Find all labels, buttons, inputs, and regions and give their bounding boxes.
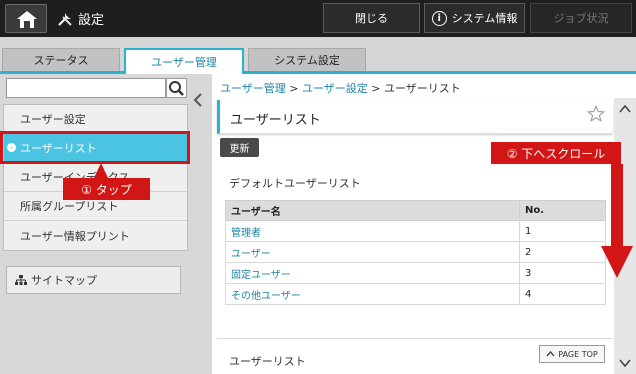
sidebar: ユーザー設定 › ユーザーリスト ユーザーインデックス 所属グループリスト ユー…: [0, 74, 212, 374]
sidebar-item-label: 所属グループリスト: [20, 200, 119, 213]
table-row[interactable]: その他ユーザー 4: [225, 283, 606, 305]
tab-system-settings[interactable]: システム設定: [248, 48, 366, 71]
sitemap-label: サイトマップ: [31, 274, 97, 287]
close-button-label: 閉じる: [355, 12, 388, 25]
breadcrumb-separator: >: [371, 82, 381, 95]
refresh-label: 更新: [229, 144, 250, 155]
home-button[interactable]: [5, 4, 47, 33]
page-header: ユーザーリスト: [217, 100, 613, 134]
scroll-up-button[interactable]: [614, 98, 636, 120]
favorite-star-icon[interactable]: [587, 105, 605, 123]
chevron-up-icon: [619, 104, 631, 113]
sidebar-item-user-settings[interactable]: ユーザー設定: [4, 105, 187, 134]
scroll-down-button[interactable]: [614, 352, 636, 374]
breadcrumb-user-settings[interactable]: ユーザー設定: [302, 82, 368, 95]
page-top-label: PAGE TOP: [558, 349, 598, 359]
tools-icon: [58, 12, 72, 26]
sidebar-item-user-info-print[interactable]: ユーザー情報プリント: [4, 221, 187, 250]
user-list-heading: ユーザーリスト: [229, 355, 306, 368]
chevron-left-icon: [193, 93, 202, 107]
close-button[interactable]: 閉じる: [323, 3, 420, 33]
user-name-link[interactable]: ユーザー: [225, 241, 520, 263]
tab-status-label: ステータス: [33, 54, 89, 67]
search-input[interactable]: [6, 78, 166, 98]
table-row[interactable]: 固定ユーザー 3: [225, 262, 606, 284]
user-number: 4: [519, 283, 606, 305]
system-info-button[interactable]: i システム情報: [424, 3, 525, 33]
tab-status[interactable]: ステータス: [2, 48, 120, 71]
tab-user-management[interactable]: ユーザー管理: [124, 48, 244, 74]
refresh-button[interactable]: 更新: [220, 138, 259, 157]
user-number: 2: [519, 241, 606, 263]
chevron-down-icon: [619, 359, 631, 368]
job-status-label: ジョブ状況: [553, 12, 609, 25]
sidebar-item-label: ユーザー情報プリント: [20, 229, 130, 243]
system-info-label: システム情報: [451, 12, 518, 25]
info-icon: i: [431, 10, 447, 26]
user-number: 3: [519, 262, 606, 284]
sidebar-item-label: ユーザー設定: [20, 113, 86, 126]
page-title: ユーザーリスト: [230, 113, 321, 128]
tap-callout: ① タップ: [63, 178, 150, 200]
user-name-link[interactable]: その他ユーザー: [225, 283, 520, 305]
table-row[interactable]: ユーザー 2: [225, 241, 606, 263]
job-status-button[interactable]: ジョブ状況: [530, 3, 632, 33]
sitemap-icon: [15, 274, 27, 285]
column-header-no: No.: [519, 200, 606, 221]
chevron-up-icon: [546, 351, 555, 357]
tap-callout-pointer: [94, 163, 108, 178]
search-icon: [169, 81, 184, 96]
column-header-user-name: ユーザー名: [225, 200, 520, 221]
section-divider: [217, 338, 613, 339]
breadcrumb-separator: >: [289, 82, 299, 95]
scroll-down-arrow-icon: [601, 164, 633, 278]
tab-bar: ステータス ユーザー管理 システム設定: [0, 37, 636, 74]
default-user-list-heading: デフォルトユーザーリスト: [229, 177, 361, 190]
collapse-sidebar-button[interactable]: [190, 92, 206, 116]
breadcrumb-user-management[interactable]: ユーザー管理: [220, 82, 286, 95]
sitemap-button[interactable]: サイトマップ: [6, 266, 181, 294]
breadcrumb-current: ユーザーリスト: [384, 82, 461, 95]
page-top-button[interactable]: PAGE TOP: [539, 345, 605, 363]
breadcrumb: ユーザー管理 > ユーザー設定 > ユーザーリスト: [220, 80, 461, 96]
tab-system-settings-label: システム設定: [274, 54, 340, 67]
tab-user-management-label: ユーザー管理: [151, 56, 217, 69]
main-content: ユーザーリスト 更新 デフォルトユーザーリスト ユーザー名 No. 管理者 1 …: [217, 98, 613, 374]
scroll-callout: ② 下へスクロール: [491, 142, 621, 164]
top-bar: 設定 閉じる i システム情報 ジョブ状況: [0, 0, 636, 37]
settings-title-text: 設定: [78, 13, 105, 28]
table-row[interactable]: 管理者 1: [225, 220, 606, 242]
user-number: 1: [519, 220, 606, 242]
settings-title: 設定: [57, 9, 104, 28]
user-name-link[interactable]: 固定ユーザー: [225, 262, 520, 284]
search-button[interactable]: [166, 78, 187, 98]
user-name-link[interactable]: 管理者: [225, 220, 520, 242]
default-user-table: ユーザー名 No. 管理者 1 ユーザー 2 固定ユーザー 3 その他ユーザー …: [225, 200, 606, 305]
table-header-row: ユーザー名 No.: [225, 200, 606, 221]
tap-highlight-box: [0, 131, 190, 164]
home-icon: [17, 11, 37, 28]
